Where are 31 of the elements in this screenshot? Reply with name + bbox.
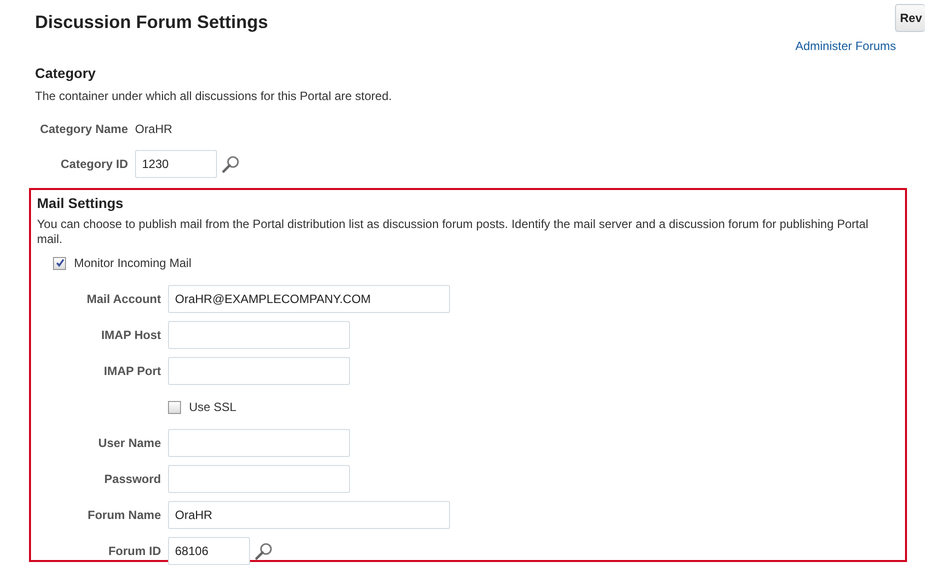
input-field[interactable]: OraHR [168, 501, 450, 529]
action-button[interactable]: Rev [895, 4, 925, 32]
field-label: Category Name [38, 122, 129, 136]
field-label: Forum ID [107, 544, 162, 558]
field-label: Forum Name [86, 508, 162, 522]
field-label: User Name [97, 436, 162, 450]
search-icon[interactable] [255, 542, 273, 560]
section-description: You can choose to publish mail from the Portal distribution list as discussion forum posts. Identify the mail server and a discussion forum for publishing Portal mail. [37, 217, 870, 247]
administer-link[interactable]: Administer Forums [795, 39, 896, 57]
field-label: Password [103, 472, 162, 486]
input-field[interactable]: 68106 [168, 537, 250, 565]
checkbox[interactable] [53, 256, 66, 270]
input-field[interactable] [168, 321, 350, 349]
field-value: OraHR [135, 122, 172, 136]
input-field[interactable] [168, 429, 350, 457]
search-icon[interactable] [222, 155, 240, 173]
input-field[interactable] [168, 357, 350, 385]
checkbox[interactable] [168, 400, 181, 414]
field-label: IMAP Port [102, 364, 162, 378]
section-heading: Mail Settings [37, 195, 124, 211]
field-label: Category ID [60, 157, 129, 171]
section-heading: Category [35, 65, 97, 81]
input-field[interactable]: 1230 [135, 150, 217, 178]
input-field[interactable]: OraHR@EXAMPLECOMPANY.COM [168, 285, 450, 313]
field-label: IMAP Host [100, 328, 162, 342]
page-title: Discussion Forum Settings [35, 12, 268, 33]
section-description: The container under which all discussions for this Portal are stored. [35, 89, 393, 104]
checkbox-label: Use SSL [189, 400, 236, 414]
checkbox-label: Monitor Incoming Mail [74, 256, 192, 270]
input-field[interactable] [168, 465, 350, 493]
field-label: Mail Account [86, 292, 162, 306]
